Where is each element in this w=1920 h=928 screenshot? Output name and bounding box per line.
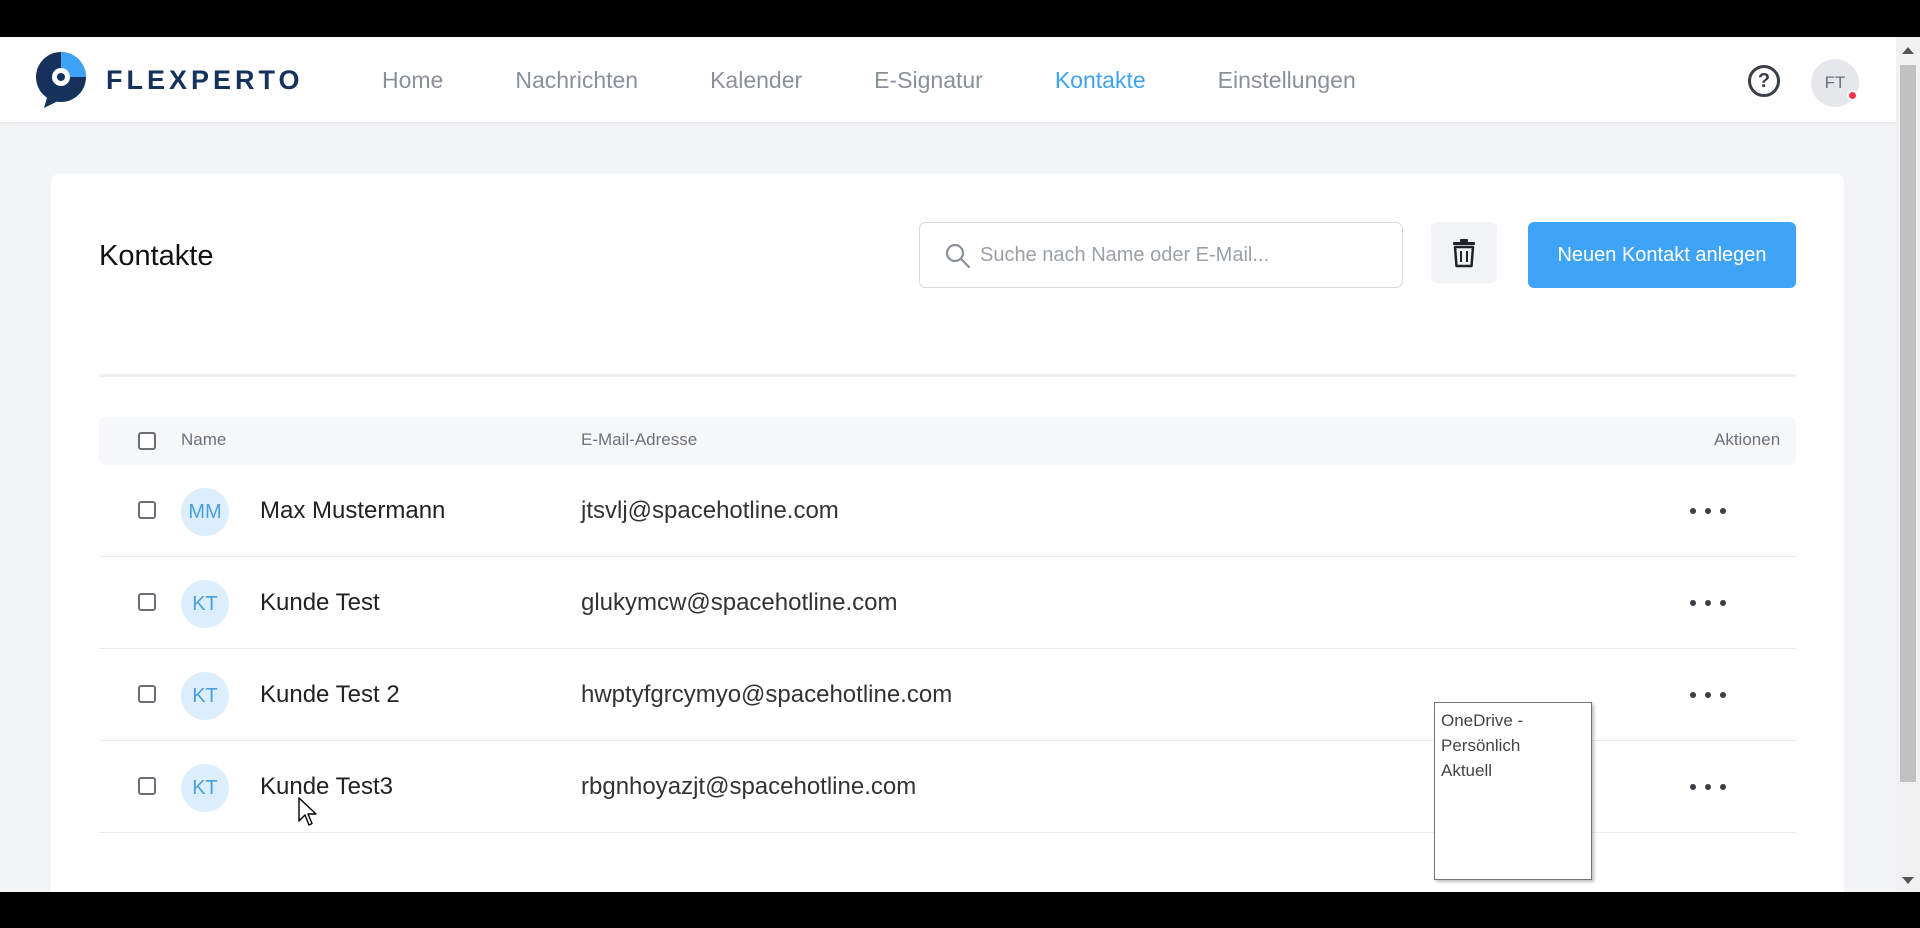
scroll-down-icon[interactable] [1902, 877, 1914, 884]
contact-email: glukymcw@spacehotline.com [581, 589, 898, 616]
app-header: FLEXPERTO Home Nachrichten Kalender E-Si… [0, 37, 1896, 123]
contact-avatar: MM [181, 488, 229, 536]
search-icon [945, 243, 971, 269]
onedrive-tooltip: OneDrive - Persönlich Aktuell [1434, 702, 1592, 880]
more-horizontal-icon[interactable] [1690, 773, 1726, 801]
contact-name[interactable]: Kunde Test3 [260, 773, 393, 801]
mouse-cursor-icon [298, 797, 317, 826]
scrollbar-thumb[interactable] [1900, 65, 1916, 782]
contact-email: hwptyfgrcymyo@spacehotline.com [581, 681, 953, 708]
trash-icon [1453, 238, 1475, 267]
search-input[interactable] [980, 223, 1390, 287]
nav-item-e-signatur[interactable]: E-Signatur [874, 67, 983, 94]
row-checkbox[interactable] [138, 593, 156, 611]
row-checkbox[interactable] [138, 777, 156, 795]
nav-item-kontakte[interactable]: Kontakte [1055, 67, 1146, 94]
delete-button[interactable] [1431, 222, 1497, 283]
contact-email: rbgnhoyazjt@spacehotline.com [581, 773, 917, 800]
more-horizontal-icon[interactable] [1690, 681, 1726, 709]
main-nav: Home Nachrichten Kalender E-Signatur Kon… [382, 37, 1428, 123]
contact-name[interactable]: Kunde Test 2 [260, 681, 400, 709]
screen-top-bar [0, 0, 1920, 37]
header-divider [99, 374, 1796, 377]
screen-bottom-bar [0, 892, 1920, 928]
help-icon[interactable]: ? [1748, 65, 1780, 97]
column-header-actions: Aktionen [1714, 430, 1781, 449]
contact-avatar: KT [181, 764, 229, 812]
contact-avatar: KT [181, 580, 229, 628]
tooltip-line: OneDrive - [1441, 711, 1524, 730]
nav-item-kalender[interactable]: Kalender [710, 67, 802, 94]
table-row[interactable]: MM Max Mustermann jtsvlj@spacehotline.co… [99, 465, 1796, 557]
user-avatar[interactable]: FT [1811, 59, 1859, 107]
table-row[interactable]: KT Kunde Test glukymcw@spacehotline.com [99, 557, 1796, 649]
nav-item-einstellungen[interactable]: Einstellungen [1218, 67, 1356, 94]
browser-viewport: FLEXPERTO Home Nachrichten Kalender E-Si… [0, 37, 1896, 892]
notification-dot [1847, 90, 1858, 101]
tooltip-line: Aktuell [1441, 761, 1493, 780]
row-checkbox[interactable] [138, 685, 156, 703]
column-header-email[interactable]: E-Mail-Adresse [581, 430, 697, 450]
vertical-scrollbar[interactable] [1896, 37, 1920, 892]
more-horizontal-icon[interactable] [1690, 589, 1726, 617]
new-contact-button[interactable]: Neuen Kontakt anlegen [1528, 222, 1796, 288]
contact-avatar: KT [181, 672, 229, 720]
search-box[interactable] [919, 222, 1403, 288]
contact-email: jtsvlj@spacehotline.com [581, 497, 839, 524]
page-title: Kontakte [99, 240, 214, 272]
select-all-checkbox[interactable] [138, 432, 156, 450]
brand-logo[interactable]: FLEXPERTO [34, 50, 304, 110]
row-checkbox[interactable] [138, 501, 156, 519]
brand-name: FLEXPERTO [106, 64, 304, 95]
tooltip-line: Persönlich [1441, 736, 1521, 755]
more-horizontal-icon[interactable] [1690, 497, 1726, 525]
column-header-name[interactable]: Name [181, 430, 226, 450]
contact-name[interactable]: Max Mustermann [260, 497, 445, 525]
flexperto-logo-icon [36, 52, 86, 108]
nav-item-home[interactable]: Home [382, 67, 443, 94]
scroll-up-icon[interactable] [1902, 47, 1914, 54]
table-header: Name E-Mail-Adresse Aktionen [99, 417, 1796, 465]
nav-item-nachrichten[interactable]: Nachrichten [515, 67, 638, 94]
user-initials: FT [1824, 73, 1846, 92]
contact-name[interactable]: Kunde Test [260, 589, 380, 617]
